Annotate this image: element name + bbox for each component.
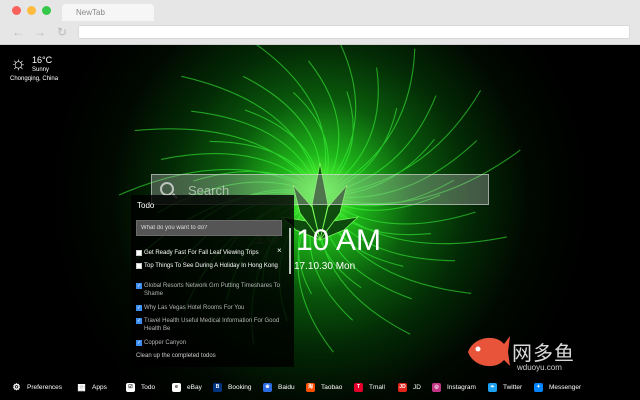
browser-toolbar: NewTab ← → ↻ — [0, 0, 640, 45]
weather-condition: Sunny — [32, 67, 50, 73]
tmall-icon: T — [354, 383, 363, 392]
shortcut-label: eBay — [187, 384, 202, 391]
back-arrow-icon[interactable]: ← — [12, 25, 24, 39]
shortcut-label: Twitter — [503, 384, 523, 391]
tab-title: NewTab — [76, 8, 105, 17]
shortcut-label: Tmall — [369, 384, 385, 391]
shortcut-label: Messenger — [549, 384, 582, 391]
shortcut-label: Todo — [141, 384, 156, 391]
weather-temperature: 16°C — [32, 55, 53, 65]
todo-item-label: Copper Canyon — [144, 340, 187, 346]
clock-date: 17.10.30 Mon — [294, 261, 356, 272]
todo-title: Todo — [137, 201, 155, 210]
shortcut-label: Booking — [228, 384, 252, 391]
checkbox-icon: ☑ — [126, 383, 135, 392]
fish-logo-icon — [468, 336, 510, 367]
search-icon — [160, 182, 174, 196]
reload-icon[interactable]: ↻ — [57, 25, 67, 39]
shortcut-label: Instagram — [447, 384, 476, 391]
bottom-shortcut-bar: ⚙ Preferences ▦ Apps ☑ Todo e eBay B Booking ❀ Baid… — [0, 375, 640, 400]
maximize-window-button[interactable] — [42, 6, 51, 15]
todo-item-label: Travel Health Useful Medical Information… — [144, 318, 280, 332]
ebay-icon: e — [172, 383, 181, 392]
clock-divider — [289, 228, 291, 274]
todo-item-label: Why Las Vegas Hotel Rooms For You — [144, 305, 245, 311]
baidu-icon: ❀ — [263, 383, 272, 392]
todo-checkbox[interactable]: ✓ — [136, 283, 142, 289]
shortcut-label: Taobao — [321, 384, 343, 391]
todo-input[interactable] — [136, 220, 282, 236]
grid-icon: ▦ — [77, 382, 86, 392]
clock-time: 10 AM — [296, 224, 382, 257]
todo-item[interactable]: ✓ Global Resorts Network Grn Putting Time… — [136, 282, 284, 298]
shortcut-label: Apps — [92, 384, 107, 391]
todo-item[interactable]: Top Things To See During A Holiday In Ho… — [136, 262, 284, 270]
shortcut-label: Preferences — [27, 384, 63, 391]
taobao-icon: 淘 — [306, 383, 315, 392]
twitter-icon: ❧ — [488, 383, 497, 392]
address-bar[interactable] — [78, 25, 630, 39]
watermark-text: 网多鱼 — [512, 343, 575, 365]
watermark-url: wduoyu.com — [517, 363, 562, 372]
browser-tab[interactable]: NewTab — [62, 4, 154, 21]
todo-checkbox[interactable] — [136, 250, 142, 256]
todo-checkbox[interactable] — [136, 263, 142, 269]
gear-icon: ⚙ — [12, 382, 21, 392]
shortcut-label: JD — [413, 384, 421, 391]
todo-checkbox[interactable]: ✓ — [136, 318, 142, 324]
jd-icon: JD — [398, 383, 407, 392]
todo-item[interactable]: ✓ Copper Canyon — [136, 339, 284, 347]
todo-item-label: Top Things To See During A Holiday In Ho… — [144, 263, 278, 269]
todo-item[interactable]: ✓ Travel Health Useful Medical Informatio… — [136, 317, 284, 333]
minimize-window-button[interactable] — [27, 6, 36, 15]
todo-checkbox[interactable]: ✓ — [136, 340, 142, 346]
booking-icon: B — [213, 383, 222, 392]
shortcut-label: Baidu — [278, 384, 295, 391]
forward-arrow-icon[interactable]: → — [34, 25, 46, 39]
sun-icon: ☼ — [10, 53, 27, 73]
instagram-icon: ◎ — [432, 383, 441, 392]
todo-item-label: Global Resorts Network Grn Putting Times… — [144, 283, 280, 297]
todo-panel: Todo × Get Ready Fast For Fall Leaf View… — [131, 195, 294, 367]
todo-item[interactable]: ✓ Why Las Vegas Hotel Rooms For You — [136, 304, 284, 312]
todo-checkbox[interactable]: ✓ — [136, 305, 142, 311]
messenger-icon: ✦ — [534, 383, 543, 392]
close-window-button[interactable] — [12, 6, 21, 15]
clean-completed-link[interactable]: Clean up the completed todos — [136, 353, 216, 359]
todo-item[interactable]: Get Ready Fast For Fall Leaf Viewing Tri… — [136, 249, 284, 257]
weather-location: Chongqing, China — [10, 76, 59, 82]
todo-item-label: Get Ready Fast For Fall Leaf Viewing Tri… — [144, 250, 259, 256]
